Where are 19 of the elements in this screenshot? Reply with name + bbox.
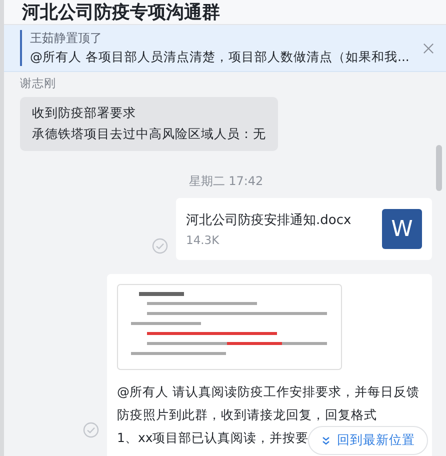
pinned-banner[interactable]: 王茹静置顶了 @所有人 各项目部人员清点清楚，项目部人数做清点（如果和我... bbox=[4, 25, 446, 72]
file-card[interactable]: 河北公司防疫安排通知.docx 14.3K W bbox=[176, 198, 432, 260]
timestamp: 星期二 17:42 bbox=[188, 173, 264, 190]
file-name: 河北公司防疫安排通知.docx bbox=[186, 212, 352, 229]
close-icon[interactable] bbox=[423, 42, 434, 54]
scrollbar[interactable] bbox=[436, 145, 442, 191]
message-text: @所有人 请认真阅读防疫工作安排要求，并每日反馈 bbox=[117, 383, 420, 401]
message-text: 承德铁塔项目去过中高风险区域人员：无 bbox=[32, 126, 266, 143]
file-size: 14.3K bbox=[186, 233, 220, 247]
group-title: 河北公司防疫专项沟通群 bbox=[22, 1, 220, 24]
sender-name: 谢志刚 bbox=[20, 76, 56, 91]
pinned-by: 王茹静置顶了 bbox=[30, 30, 103, 47]
pinned-message: @所有人 各项目部人员清点清楚，项目部人数做清点（如果和我... bbox=[30, 49, 410, 66]
message-text: 防疫照片到此群，收到请接龙回复，回复格式 bbox=[117, 406, 377, 424]
message-text: 1、xx项目部已认真阅读，并按要 bbox=[117, 429, 309, 447]
jump-to-latest-button[interactable]: 回到最新位置 bbox=[308, 426, 428, 455]
message-text: 收到防疫部署要求 bbox=[32, 105, 137, 122]
word-file-icon: W bbox=[382, 209, 422, 249]
double-chevron-icon bbox=[321, 436, 331, 446]
